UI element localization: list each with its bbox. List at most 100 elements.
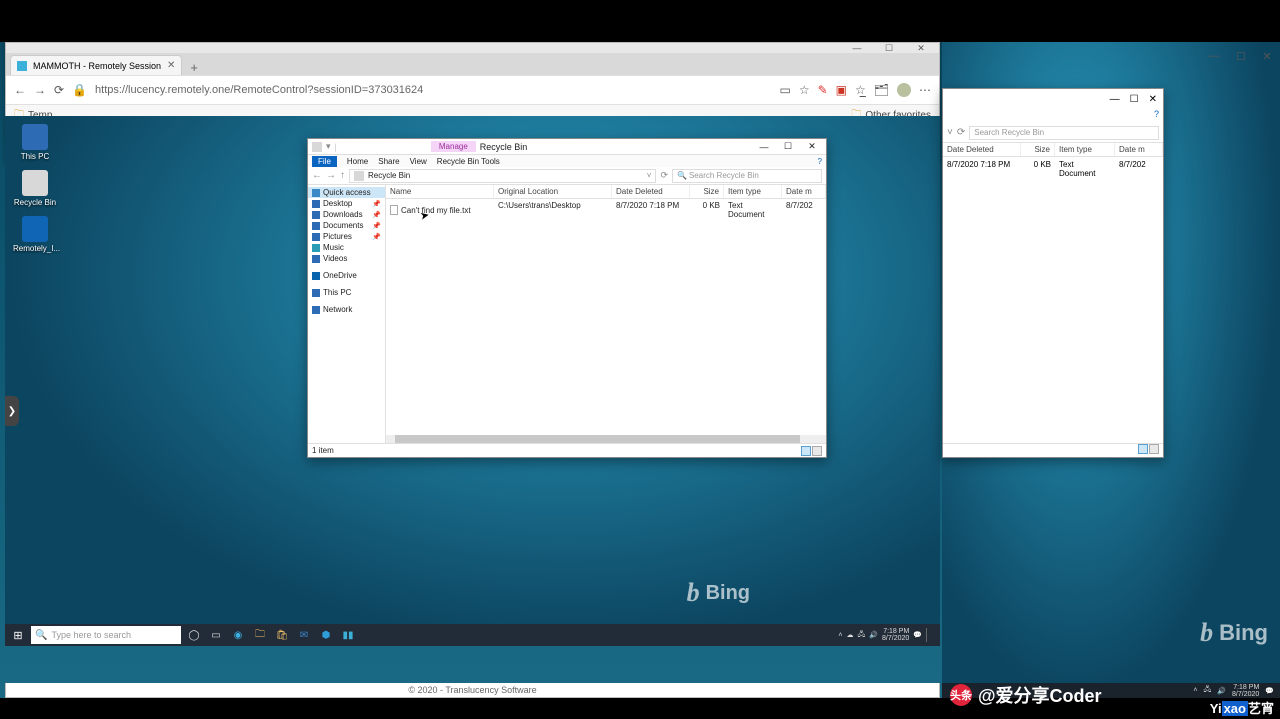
- session-toolbar-handle[interactable]: ❯: [5, 396, 19, 426]
- new-tab-button[interactable]: +: [182, 60, 206, 75]
- sidebar-network[interactable]: Network: [308, 304, 385, 315]
- host-explorer-maximize-button[interactable]: ☐: [1130, 94, 1139, 105]
- nav-refresh-button[interactable]: ⟳: [660, 170, 668, 181]
- host-explorer-search-input[interactable]: Search Recycle Bin: [969, 126, 1159, 140]
- remote-taskbar[interactable]: ⊞ 🔍Type here to search ◯ ▭ ◉ 🗀 🛍 ✉ ⬢ ▮▮ …: [5, 624, 940, 646]
- tab-close-icon[interactable]: ✕: [167, 60, 175, 71]
- browser-close-button[interactable]: ✕: [911, 43, 931, 54]
- host-explorer-titlebar[interactable]: — ☐ ✕: [943, 89, 1163, 109]
- ribbon-recyclebintools-tab[interactable]: Recycle Bin Tools: [437, 157, 500, 166]
- ribbon-help-icon[interactable]: ?: [818, 157, 822, 166]
- taskbar-app-icon[interactable]: ⬢: [317, 626, 335, 644]
- sidebar-item-downloads[interactable]: Downloads📌: [308, 209, 385, 220]
- chevron-down-icon[interactable]: ˅: [647, 171, 652, 180]
- address-bar[interactable]: https://lucency.remotely.one/RemoteContr…: [95, 84, 423, 96]
- tray-volume-icon[interactable]: 🔊: [869, 631, 878, 639]
- col-date-modified[interactable]: Date m: [1115, 143, 1163, 156]
- refresh-button[interactable]: ⟳: [54, 83, 64, 97]
- cortana-button[interactable]: ▭: [207, 626, 225, 644]
- sidebar-quick-access[interactable]: Quick access: [308, 187, 385, 198]
- back-button[interactable]: ←: [14, 83, 26, 97]
- ribbon-context-tab[interactable]: Manage: [431, 141, 476, 152]
- nav-refresh-button[interactable]: ⟳: [957, 127, 965, 138]
- nav-up-button[interactable]: ↑: [340, 170, 345, 181]
- sidebar-item-pictures[interactable]: Pictures📌: [308, 231, 385, 242]
- sidebar-item-music[interactable]: Music: [308, 242, 385, 253]
- sidebar-item-videos[interactable]: Videos: [308, 253, 385, 264]
- remote-desktop[interactable]: ❯ This PC Recycle Bin Remotely_I... bBin…: [5, 116, 940, 646]
- col-size[interactable]: Size: [690, 185, 724, 198]
- taskbar-explorer-icon[interactable]: 🗀: [251, 626, 269, 644]
- sidebar-item-desktop[interactable]: Desktop📌: [308, 198, 385, 209]
- reading-view-icon[interactable]: ▭: [779, 83, 790, 97]
- host-explorer-minimize-button[interactable]: —: [1110, 94, 1120, 105]
- ribbon-help-icon[interactable]: ?: [1154, 109, 1159, 123]
- tray-network-icon[interactable]: 🖧: [858, 630, 866, 641]
- sidebar-item-documents[interactable]: Documents📌: [308, 220, 385, 231]
- view-icons-button[interactable]: [1149, 444, 1159, 454]
- extension-icon[interactable]: ✎: [818, 83, 828, 97]
- view-icons-button[interactable]: [812, 446, 822, 456]
- explorer-minimize-button[interactable]: —: [754, 142, 774, 152]
- ribbon-file-tab[interactable]: File: [312, 156, 337, 167]
- col-original-location[interactable]: Original Location: [494, 185, 612, 198]
- col-item-type[interactable]: Item type: [724, 185, 782, 198]
- tray-onedrive-icon[interactable]: ☁: [847, 631, 854, 639]
- host-maximize-button[interactable]: ☐: [1236, 50, 1246, 63]
- chevron-down-icon[interactable]: ˅: [947, 127, 953, 138]
- nav-forward-button[interactable]: →: [326, 170, 336, 181]
- explorer-maximize-button[interactable]: ☐: [778, 141, 798, 152]
- horizontal-scrollbar[interactable]: [386, 435, 826, 443]
- taskbar-remotely-icon[interactable]: ▮▮: [339, 626, 357, 644]
- favorite-icon[interactable]: ☆: [799, 83, 810, 97]
- ribbon-home-tab[interactable]: Home: [347, 157, 368, 166]
- remote-viewport[interactable]: ❯ This PC Recycle Bin Remotely_I... bBin…: [5, 116, 940, 646]
- show-desktop-button[interactable]: [926, 628, 936, 642]
- col-item-type[interactable]: Item type: [1055, 143, 1115, 156]
- taskbar-store-icon[interactable]: 🛍: [273, 626, 291, 644]
- browser-tab-active[interactable]: MAMMOTH - Remotely Session ✕: [10, 55, 182, 75]
- column-headers[interactable]: Name Original Location Date Deleted Size…: [386, 185, 826, 199]
- tray-notifications-icon[interactable]: 💬: [913, 631, 922, 639]
- col-name[interactable]: Name: [386, 185, 494, 198]
- breadcrumb[interactable]: Recycle Bin ˅: [349, 169, 656, 183]
- quick-access-down-icon[interactable]: ▾: [326, 141, 331, 152]
- table-row[interactable]: Can't find my file.txt C:\Users\trans\De…: [386, 199, 826, 221]
- host-explorer-window[interactable]: — ☐ ✕ ? ˅ ⟳ Search Recycle Bin Date Dele…: [942, 88, 1164, 458]
- browser-minimize-button[interactable]: —: [847, 43, 867, 53]
- nav-back-button[interactable]: ←: [312, 170, 322, 181]
- table-row[interactable]: 8/7/2020 7:18 PM 0 KB Text Document 8/7/…: [943, 157, 1163, 181]
- favorites-bar-icon[interactable]: ☆̲: [855, 83, 866, 97]
- explorer-window[interactable]: ▾ | Manage Recycle Bin — ☐ ✕ File Home S…: [307, 138, 827, 458]
- host-explorer-close-button[interactable]: ✕: [1149, 94, 1157, 105]
- desktop-icon-remotely[interactable]: Remotely_I...: [13, 216, 57, 253]
- desktop-icon-recyclebin[interactable]: Recycle Bin: [13, 170, 57, 207]
- view-details-button[interactable]: [801, 446, 811, 456]
- desktop-icon-thispc[interactable]: This PC: [13, 124, 57, 161]
- start-button[interactable]: ⊞: [9, 626, 27, 644]
- explorer-titlebar[interactable]: ▾ | Manage Recycle Bin — ☐ ✕: [308, 139, 826, 155]
- tray-up-icon[interactable]: ˄: [838, 632, 842, 639]
- taskbar-clock[interactable]: 7:18 PM8/7/2020: [882, 628, 909, 642]
- host-column-headers[interactable]: Date Deleted Size Item type Date m: [943, 143, 1163, 157]
- taskbar-edge-icon[interactable]: ◉: [229, 626, 247, 644]
- col-size[interactable]: Size: [1021, 143, 1055, 156]
- browser-titlebar[interactable]: — ☐ ✕: [6, 43, 939, 53]
- profile-avatar[interactable]: [897, 83, 911, 97]
- sidebar-thispc[interactable]: This PC: [308, 287, 385, 298]
- host-desktop[interactable]: — ☐ ✕ — ☐ ✕ ? ˅ ⟳ Search Recycle Bin Dat…: [942, 42, 1280, 698]
- forward-button[interactable]: →: [34, 83, 46, 97]
- sidebar-onedrive[interactable]: OneDrive: [308, 270, 385, 281]
- explorer-close-button[interactable]: ✕: [802, 141, 822, 152]
- view-details-button[interactable]: [1138, 444, 1148, 454]
- ribbon-view-tab[interactable]: View: [410, 157, 427, 166]
- taskbar-mail-icon[interactable]: ✉: [295, 626, 313, 644]
- menu-button[interactable]: ⋯: [919, 83, 931, 97]
- extension-lastpass-icon[interactable]: ▣: [836, 83, 847, 97]
- taskbar-search-input[interactable]: 🔍Type here to search: [31, 626, 181, 644]
- collections-icon[interactable]: 🗂: [874, 83, 889, 97]
- host-minimize-button[interactable]: —: [1208, 50, 1219, 62]
- col-date-deleted[interactable]: Date Deleted: [943, 143, 1021, 156]
- col-date-modified[interactable]: Date m: [782, 185, 826, 198]
- explorer-search-input[interactable]: 🔍 Search Recycle Bin: [672, 169, 822, 183]
